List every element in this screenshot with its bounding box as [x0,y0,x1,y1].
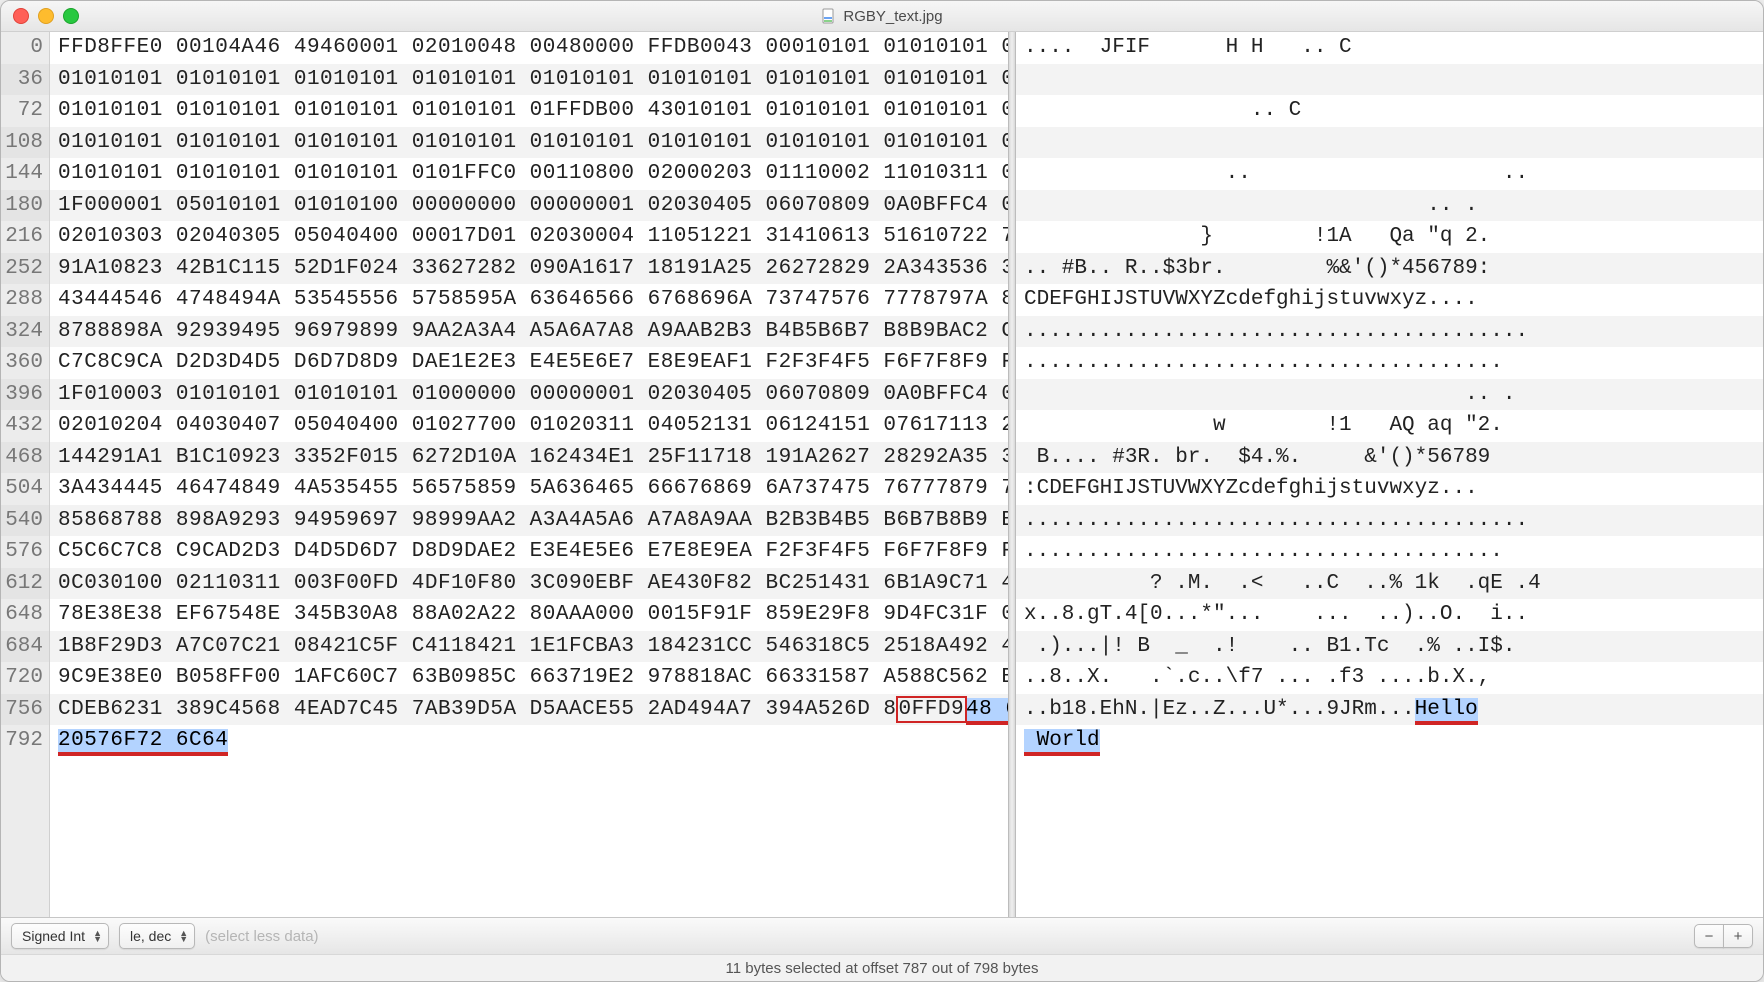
ascii-row[interactable]: ........................................ [1016,505,1763,537]
ascii-row[interactable]: ...................................... [1016,347,1763,379]
hex-row[interactable]: 01010101 01010101 01010101 0101FFC0 0011… [50,158,1008,190]
ascii-row[interactable]: ........................................ [1016,316,1763,348]
offset-label: 252 [1,253,49,285]
offset-label: 0 [1,32,49,64]
offset-label: 324 [1,316,49,348]
hex-row[interactable]: 1B8F29D3 A7C07C21 08421C5F C4118421 1E1F… [50,631,1008,663]
offset-label: 540 [1,505,49,537]
offset-label: 216 [1,221,49,253]
hex-row[interactable]: 02010204 04030407 05040400 01027700 0102… [50,410,1008,442]
ascii-row[interactable] [1016,127,1763,159]
hex-row[interactable]: 3A434445 46474849 4A535455 56575859 5A63… [50,473,1008,505]
offset-label: 396 [1,379,49,411]
offset-label: 648 [1,599,49,631]
content-area: 0367210814418021625228832436039643246850… [1,32,1763,917]
ascii-row[interactable]: World [1016,725,1763,757]
ascii-row[interactable]: ...................................... [1016,536,1763,568]
hex-row[interactable]: 20576F72 6C64 [50,725,1008,757]
hex-row[interactable]: 02010303 02040305 05040400 00017D01 0203… [50,221,1008,253]
hex-row[interactable]: 1F010003 01010101 01010101 01000000 0000… [50,379,1008,411]
ascii-column[interactable]: .... JFIF H H .. C .. C .. .. [1016,32,1763,917]
ascii-row[interactable]: ? .M. .< ..C ..% 1k .qE .4 [1016,568,1763,600]
app-window: RGBY_text.jpg 03672108144180216252288324… [0,0,1764,982]
hex-row[interactable]: 9C9E38E0 B058FF00 1AFC60C7 63B0985C 6637… [50,662,1008,694]
ascii-selection[interactable]: Hello [1415,698,1478,725]
hex-row[interactable]: C7C8C9CA D2D3D4D5 D6D7D8D9 DAE1E2E3 E4E5… [50,347,1008,379]
offset-label: 720 [1,662,49,694]
column-divider[interactable] [1008,32,1016,917]
ascii-selection[interactable]: World [1024,729,1100,756]
hex-row[interactable]: 1F000001 05010101 01010100 00000000 0000… [50,190,1008,222]
chevron-updown-icon: ▲▼ [93,930,102,942]
offset-label: 468 [1,442,49,474]
data-type-select[interactable]: Signed Int ▲▼ [11,923,109,949]
ascii-row[interactable]: .)...|! B _ .! .. B1.Tc .% ..I$. [1016,631,1763,663]
hex-row[interactable]: 85868788 898A9293 94959697 98999AA2 A3A4… [50,505,1008,537]
endian-format-label: le, dec [130,928,171,944]
hex-row[interactable]: 8788898A 92939495 96979899 9AA2A3A4 A5A6… [50,316,1008,348]
ascii-row[interactable]: :CDEFGHIJSTUVWXYZcdefghijstuvwxyz... [1016,473,1763,505]
ascii-row[interactable]: ..8..X. .`.c..\f7 ... .f3 ....b.X., [1016,662,1763,694]
data-type-label: Signed Int [22,928,85,944]
offset-label: 576 [1,536,49,568]
hex-selection[interactable]: 48 656C6C6F [966,698,1008,725]
hex-row[interactable]: 01010101 01010101 01010101 01010101 0101… [50,64,1008,96]
ascii-row[interactable]: CDEFGHIJSTUVWXYZcdefghijstuvwxyz.... [1016,284,1763,316]
bottom-toolbar: Signed Int ▲▼ le, dec ▲▼ (select less da… [1,917,1763,954]
status-text: 11 bytes selected at offset 787 out of 7… [726,960,1039,977]
ascii-row[interactable] [1016,64,1763,96]
plus-button[interactable]: + [1723,924,1753,948]
offset-label: 504 [1,473,49,505]
offset-label: 612 [1,568,49,600]
eoi-marker-box: 0FFD9 [897,697,967,722]
title-area: RGBY_text.jpg [1,8,1763,25]
hex-row[interactable]: 43444546 4748494A 53545556 5758595A 6364… [50,284,1008,316]
ascii-row[interactable]: .. #B.. R..$3br. %&'()*456789: [1016,253,1763,285]
ascii-row[interactable]: .. .. [1016,158,1763,190]
titlebar: RGBY_text.jpg [1,1,1763,32]
hex-row[interactable]: 01010101 01010101 01010101 01010101 0101… [50,127,1008,159]
ascii-row[interactable]: B.... #3R. br. $4.%. &'()*56789 [1016,442,1763,474]
offset-label: 180 [1,190,49,222]
hex-row[interactable]: 78E38E38 EF67548E 345B30A8 88A02A22 80AA… [50,599,1008,631]
file-icon [821,8,837,24]
ascii-row[interactable]: } !1A Qa "q 2. [1016,221,1763,253]
offset-gutter: 0367210814418021625228832436039643246850… [1,32,50,917]
hex-row[interactable]: 91A10823 42B1C115 52D1F024 33627282 090A… [50,253,1008,285]
ascii-row[interactable]: .. C [1016,95,1763,127]
offset-label: 108 [1,127,49,159]
ascii-row[interactable]: .... JFIF H H .. C [1016,32,1763,64]
hex-column[interactable]: FFD8FFE0 00104A46 49460001 02010048 0048… [50,32,1008,917]
ascii-row[interactable]: .. . [1016,379,1763,411]
minus-button[interactable]: − [1694,924,1724,948]
zoom-buttons: − + [1694,924,1753,948]
ascii-row[interactable]: .. . [1016,190,1763,222]
status-bar: 11 bytes selected at offset 787 out of 7… [1,954,1763,981]
ascii-row[interactable]: w !1 AQ aq "2. [1016,410,1763,442]
offset-label: 36 [1,64,49,96]
offset-label: 288 [1,284,49,316]
hex-row[interactable]: FFD8FFE0 00104A46 49460001 02010048 0048… [50,32,1008,64]
offset-label: 144 [1,158,49,190]
offset-label: 360 [1,347,49,379]
offset-label: 72 [1,95,49,127]
hex-row[interactable]: 01010101 01010101 01010101 01010101 01FF… [50,95,1008,127]
hex-row[interactable]: 144291A1 B1C10923 3352F015 6272D10A 1624… [50,442,1008,474]
hex-row[interactable]: C5C6C7C8 C9CAD2D3 D4D5D6D7 D8D9DAE2 E3E4… [50,536,1008,568]
hex-row[interactable]: 0C030100 02110311 003F00FD 4DF10F80 3C09… [50,568,1008,600]
chevron-updown-icon: ▲▼ [179,930,188,942]
window-title: RGBY_text.jpg [843,8,942,25]
endian-format-select[interactable]: le, dec ▲▼ [119,923,195,949]
hex-selection[interactable]: 20576F72 6C64 [58,729,228,756]
offset-label: 756 [1,694,49,726]
offset-label: 684 [1,631,49,663]
value-placeholder: (select less data) [205,928,318,945]
ascii-row[interactable]: x..8.gT.4[0...*"... ... ..)..O. i.. [1016,599,1763,631]
ascii-row[interactable]: ..b18.EhN.|Ez..Z...U*...9JRm...Hello [1016,694,1763,726]
hex-row[interactable]: CDEB6231 389C4568 4EAD7C45 7AB39D5A D5AA… [50,694,1008,726]
offset-label: 432 [1,410,49,442]
offset-label: 792 [1,725,49,757]
